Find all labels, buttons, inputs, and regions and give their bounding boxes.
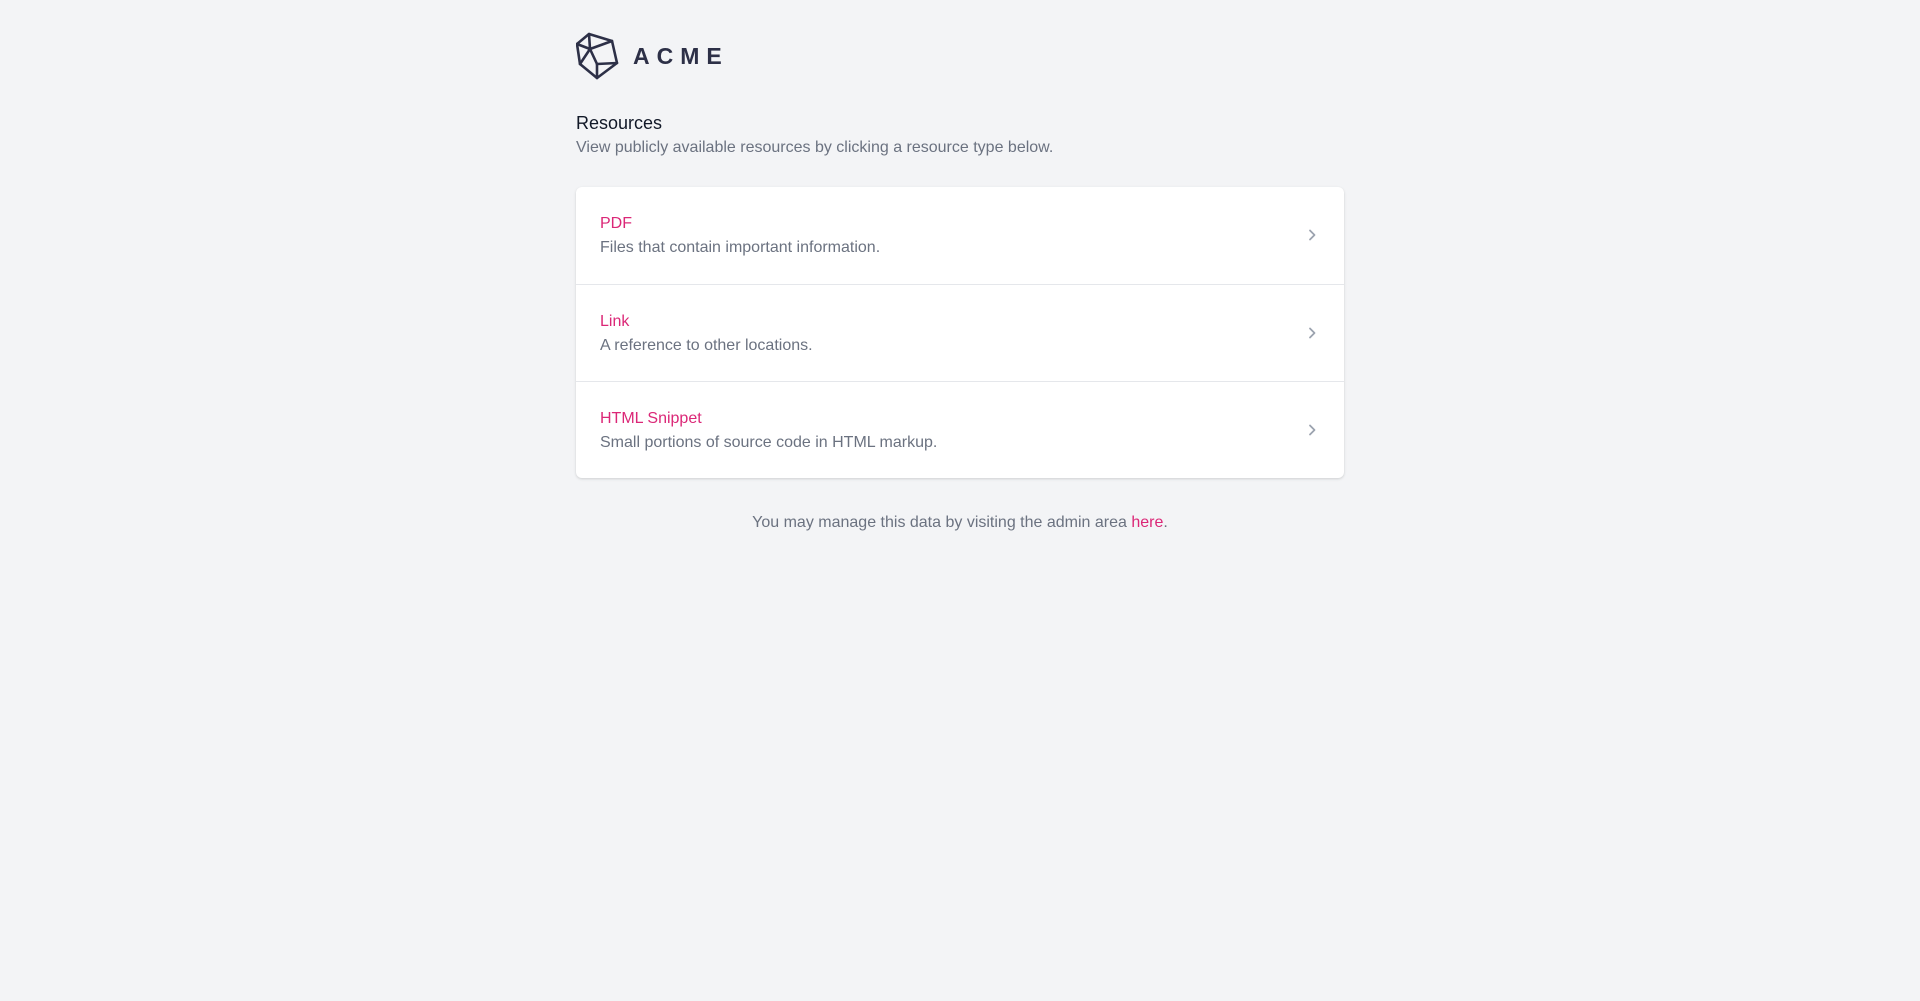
resource-item-html-snippet[interactable]: HTML Snippet Small portions of source co… (576, 381, 1344, 478)
resource-item-pdf[interactable]: PDF Files that contain important informa… (576, 187, 1344, 284)
admin-note-text: You may manage this data by visiting the… (752, 514, 1132, 531)
admin-link[interactable]: here (1131, 514, 1163, 531)
brand-logo[interactable]: ACME (576, 32, 1344, 80)
cube-wireframe-icon (576, 32, 619, 80)
chevron-right-icon (1309, 229, 1316, 241)
resource-item-link[interactable]: Link A reference to other locations. (576, 284, 1344, 381)
resource-description: Files that contain important information… (600, 239, 881, 256)
resource-description: Small portions of source code in HTML ma… (600, 434, 938, 451)
resource-list: PDF Files that contain important informa… (576, 187, 1344, 478)
resource-title: HTML Snippet (600, 410, 702, 427)
chevron-right-icon (1309, 424, 1316, 436)
page-title: Resources (576, 113, 663, 133)
admin-note-end: . (1163, 514, 1168, 531)
resource-description: A reference to other locations. (600, 337, 813, 354)
resource-title: PDF (600, 215, 632, 232)
admin-note: You may manage this data by visiting the… (576, 512, 1344, 534)
page-container: ACME Resources View publicly available r… (576, 0, 1344, 534)
resource-title: Link (600, 313, 630, 330)
page-subtitle: View publicly available resources by cli… (576, 139, 1054, 156)
chevron-right-icon (1309, 327, 1316, 339)
brand-wordmark: ACME (633, 42, 729, 69)
